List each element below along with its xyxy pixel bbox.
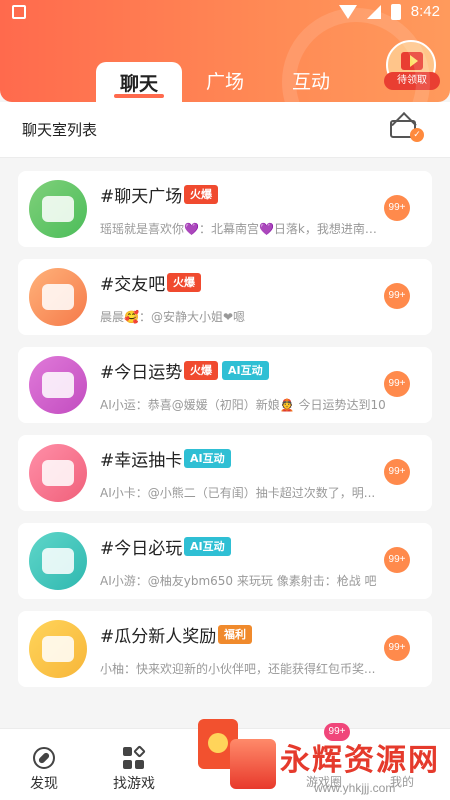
unread-badge: 99+ [384,635,410,661]
chatroom-card[interactable]: #今日必玩 AI互动 AI小游：@柚友ybm650 来玩玩 像素射击：枪战 吧 99+ [18,523,432,599]
chatroom-avatar [29,444,87,502]
chatroom-last-message: 晨晨🥰：@安静大小姐❤嗯 [100,310,245,324]
chatroom-last-message: AI小游：@柚友ybm650 来玩玩 像素射击：枪战 吧 [100,574,377,588]
watermark-logo [230,739,276,789]
chatroom-tag: 火爆 [184,361,218,380]
video-reward-icon [401,52,423,70]
nav-discover-label: 发现 [30,776,58,792]
chatroom-name: #今日运势 [100,363,183,383]
chatroom-name: #瓜分新人奖励 [100,627,217,647]
games-icon [123,745,146,769]
nav-discover[interactable]: 发现 [4,747,84,793]
nav-find-games-label: 找游戏 [113,776,155,792]
chatroom-tag: 火爆 [167,273,201,292]
chatroom-avatar [29,620,87,678]
tab-chat[interactable]: 聊天 [96,62,182,102]
chatroom-tags: 火爆 AI互动 [184,361,269,380]
chatroom-card[interactable]: #幸运抽卡 AI互动 AI小卡：@小熊二（已有闺）抽卡超过次数了，明... 99+ [18,435,432,511]
chatroom-last-message: 瑶瑶就是喜欢你💜：北幕南宫💜日落k，我想进南宫... [100,222,388,236]
chat-bubbles-icon [42,196,74,222]
status-bar: 8:42 [0,0,450,26]
mail-read-icon[interactable]: ✓ [390,116,424,142]
red-envelope-icon [42,636,74,662]
watermark-text: 永辉资源网 [280,743,440,778]
chatroom-avatar [29,180,87,238]
gamepad-icon [42,548,74,574]
chatroom-tag: 火爆 [184,185,218,204]
unread-badge: 99+ [384,283,410,309]
signal-icon [366,4,381,19]
chatroom-name: #聊天广场 [100,187,183,207]
tab-square[interactable]: 广场 [206,62,244,102]
unread-badge: 99+ [384,459,410,485]
chatroom-card[interactable]: #聊天广场 火爆瑶瑶就是喜欢你💜：北幕南宫💜日落k，我想进南宫... 99+ [18,171,432,247]
watermark-url: www.yhkjjj.com [314,781,396,795]
chatroom-card[interactable]: #今日运势 火爆 AI互动 AI小运：恭喜@媛媛（初阳）新娘👲 今日运势达到10 99+ [18,347,432,423]
chatroom-name: #今日必玩 [100,539,183,559]
tab-interact[interactable]: 互动 [292,62,330,102]
chatroom-last-message: AI小运：恭喜@媛媛（初阳）新娘👲 今日运势达到10 [100,398,386,412]
chatroom-tag: 福利 [218,625,252,644]
chatroom-list: #聊天广场 火爆 瑶瑶就是喜欢你💜：北幕南宫💜日落k，我想进南宫... 99+ #交友吧… [18,171,432,699]
chatroom-card[interactable]: #瓜分新人奖励 福利小柚：快来欢迎新的小伙伴吧，还能获得红包币奖... 99+ [18,611,432,687]
hearts-icon [42,284,74,310]
status-time: 8:42 [410,3,440,20]
nav-find-games[interactable]: 找游戏 [94,745,174,793]
lucky-card-icon [42,460,74,486]
section-title: 聊天室列表 [22,121,98,139]
wifi-icon [338,4,357,19]
chatroom-tag: AI互动 [222,361,269,380]
compass-icon [33,747,55,769]
chatroom-last-message: AI小卡：@小熊二（已有闺）抽卡超过次数了，明... [100,486,376,500]
notification-icon [12,5,26,19]
bottom-nav: 发现 找游戏 99+ 游戏圈 我的 永辉资源网 www.yhkjjj.com [0,719,450,800]
chatroom-avatar [29,532,87,590]
chatroom-tags: AI互动 [184,537,231,556]
section-header: 聊天室列表 ✓ [0,102,450,158]
chatroom-tags: AI互动 [184,449,231,468]
chatroom-tag: AI互动 [184,537,231,556]
chatroom-tags: 火爆 [167,273,201,292]
top-tabs: 聊天 广场 互动 [96,62,330,102]
battery-icon [390,3,401,20]
chatroom-tags: 火爆 [184,185,218,204]
top-header: 8:42 聊天 广场 互动 待领取 [0,0,450,102]
reward-button[interactable]: 待领取 [384,40,440,90]
fortune-slip-icon [42,372,74,398]
chatroom-tags: 福利 [218,625,252,644]
unread-badge: 99+ [384,371,410,397]
unread-badge: 99+ [384,195,410,221]
tab-chat-label: 聊天 [119,72,158,95]
unread-badge: 99+ [384,547,410,573]
reward-label: 待领取 [384,72,440,90]
chatroom-name: #交友吧 [100,275,166,295]
chatroom-name: #幸运抽卡 [100,451,183,471]
chatroom-tag: AI互动 [184,449,231,468]
check-icon: ✓ [410,128,424,142]
chatroom-avatar [29,356,87,414]
chatroom-last-message: 小柚：快来欢迎新的小伙伴吧，还能获得红包币奖... [100,662,376,676]
chatroom-card[interactable]: #交友吧 火爆晨晨🥰：@安静大小姐❤嗯 99+ [18,259,432,335]
tab-active-indicator [114,94,164,98]
watermark: 永辉资源网 www.yhkjjj.com [230,729,450,800]
chatroom-avatar [29,268,87,326]
